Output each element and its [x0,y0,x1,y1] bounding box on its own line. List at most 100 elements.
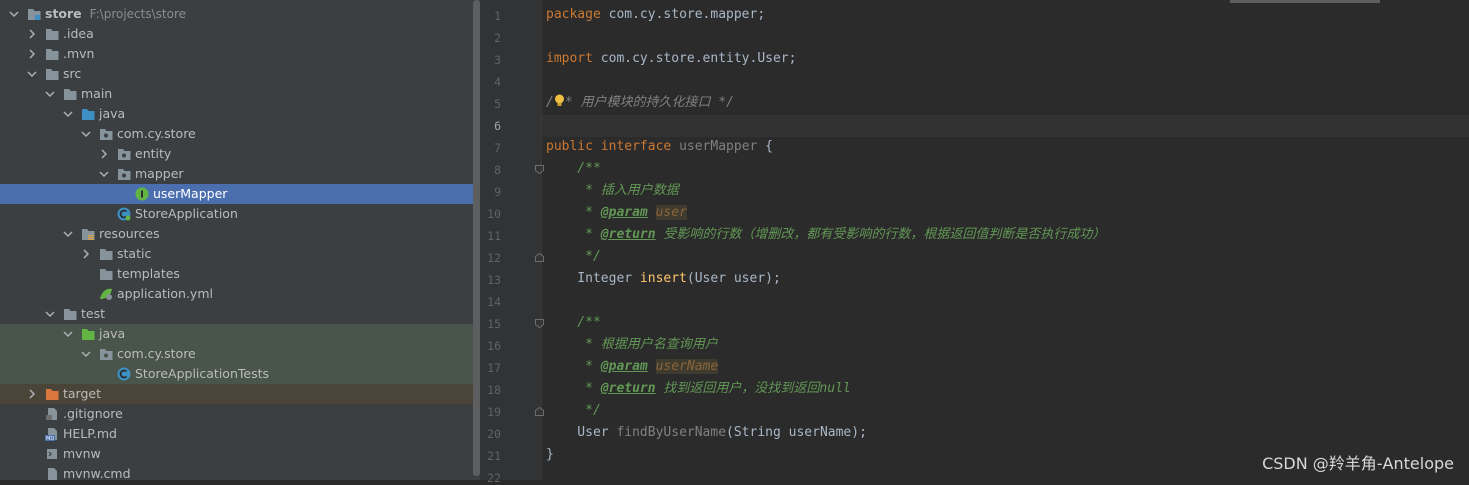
tree-item-label: .mvn [63,46,95,61]
tree-item-label: com.cy.store [117,126,196,141]
tree-item-templates[interactable]: templates [0,264,473,284]
line-number: 14 [487,295,501,309]
code-line-3[interactable]: import com.cy.store.entity.User; [546,48,796,70]
tree-item-idea[interactable]: .idea [0,24,473,44]
tree-item-resources[interactable]: resources [0,224,473,244]
chevron-down-icon[interactable] [98,164,110,184]
tree-item-storeapplication[interactable]: StoreApplication [0,204,473,224]
chevron-down-icon[interactable] [80,344,92,364]
chevron-down-icon[interactable] [62,324,74,344]
code-text: (User user); [686,271,781,286]
tree-item-target[interactable]: target [0,384,473,404]
chevron-down-icon[interactable] [62,104,74,124]
code-line-16[interactable]: * 根据用户名查询用户 [546,334,718,356]
comment-text: * [546,205,601,220]
code-text: (String userName); [726,425,867,440]
tree-item-usermapper[interactable]: userMapper [0,184,473,204]
tree-item-label: HELP.md [63,426,117,441]
code-line-20[interactable]: User findByUserName(String userName); [546,422,867,444]
tree-item-src[interactable]: src [0,64,473,84]
lightbulb-icon[interactable] [554,94,565,107]
code-line-13[interactable]: Integer insert(User user); [546,268,781,290]
chevron-right-icon[interactable] [26,44,38,64]
line-number: 15 [487,317,501,331]
method-name: findByUserName [616,425,727,440]
code-line-17[interactable]: * @param userName [546,356,719,378]
tree-item-entity[interactable]: entity [0,144,473,164]
tree-item-label: templates [117,266,180,281]
tree-item-label: .gitignore [63,406,123,421]
code-line-5[interactable]: / * 用户模块的持久化接口 */ [546,92,734,114]
tree-item-mvnw-cmd[interactable]: mvnw.cmd [0,464,473,480]
line-number: 7 [494,141,501,155]
code-line-21[interactable]: } [546,444,554,466]
source-folder-icon [81,107,95,121]
tree-item-application-yml[interactable]: application.yml [0,284,473,304]
method-name: insert [639,271,687,286]
code-text: com.cy.store.entity.User; [592,51,797,66]
chevron-down-icon[interactable] [62,224,74,244]
tree-item-mvnw[interactable]: mvnw [0,444,473,464]
tree-item-main[interactable]: main [0,84,473,104]
package-icon [117,167,131,181]
code-line-7[interactable]: public interface userMapper { [546,136,773,158]
code-line-10[interactable]: * @param user [546,202,687,224]
chevron-down-icon[interactable] [80,124,92,144]
code-line-9[interactable]: * 插入用户数据 [546,180,679,202]
line-number: 11 [487,229,501,243]
comment-text: * [546,381,601,396]
line-number-gutter: 1 2 3 4 5 6 7 8 9 10 11 12 13 14 15 16 1… [481,0,544,485]
tree-item-mvn[interactable]: .mvn [0,44,473,64]
line-number: 1 [494,9,501,23]
editor-scrollbar[interactable] [1230,0,1380,3]
chevron-right-icon[interactable] [26,24,38,44]
tree-item-label: mapper [135,166,184,181]
tree-item-java-test[interactable]: java [0,324,473,344]
tree-item-help-md[interactable]: MD HELP.md [0,424,473,444]
comment-text: 受影响的行数（增删改，都有受影响的行数，根据返回值判断是否执行成功） [655,227,1106,242]
code-line-1[interactable]: package com.cy.store.mapper; [546,4,765,26]
code-line-15[interactable]: /** [546,312,601,334]
chevron-right-icon[interactable] [26,384,38,404]
code-line-12[interactable]: */ [546,246,601,268]
tree-item-gitignore[interactable]: .gitignore [0,404,473,424]
line-number: 4 [494,75,501,89]
line-number: 2 [494,31,501,45]
line-number: 16 [487,339,501,353]
interface-name: userMapper [679,139,758,154]
tree-item-store-root[interactable]: store F:\projects\store [0,4,473,24]
folder-icon [45,27,59,41]
code-line-8[interactable]: /** [546,158,601,180]
chevron-right-icon[interactable] [80,244,92,264]
chevron-down-icon[interactable] [26,64,38,84]
tree-item-label: StoreApplication [135,206,238,221]
tree-item-label: mvnw [63,446,101,461]
package-icon [99,127,113,141]
code-line-19[interactable]: */ [546,400,601,422]
interface-icon [135,187,149,201]
tree-item-package-main[interactable]: com.cy.store [0,124,473,144]
watermark-text: CSDN @羚羊角-Antelope [1262,454,1454,473]
code-line-18[interactable]: * @return 找到返回用户，没找到返回null [546,378,851,400]
tree-item-label: resources [99,226,160,241]
tree-item-label: main [81,86,113,101]
keyword: public [546,139,593,154]
current-line-highlight [542,115,1469,137]
tree-item-static[interactable]: static [0,244,473,264]
comment-text: / [546,95,554,110]
tree-item-mapper[interactable]: mapper [0,164,473,184]
tree-item-test[interactable]: test [0,304,473,324]
code-editor[interactable]: package com.cy.store.mapper; import com.… [542,0,1469,480]
tree-scrollbar[interactable] [473,0,480,476]
line-number: 20 [487,427,501,441]
tree-item-storeapplicationtests[interactable]: StoreApplicationTests [0,364,473,384]
tree-item-java-main[interactable]: java [0,104,473,124]
chevron-right-icon[interactable] [98,144,110,164]
chevron-down-icon[interactable] [8,4,20,24]
package-icon [99,347,113,361]
code-line-11[interactable]: * @return 受影响的行数（增删改，都有受影响的行数，根据返回值判断是否执… [546,224,1105,246]
tree-item-package-test[interactable]: com.cy.store [0,344,473,364]
chevron-down-icon[interactable] [44,304,56,324]
chevron-down-icon[interactable] [44,84,56,104]
javadoc-param: userName [655,359,719,374]
